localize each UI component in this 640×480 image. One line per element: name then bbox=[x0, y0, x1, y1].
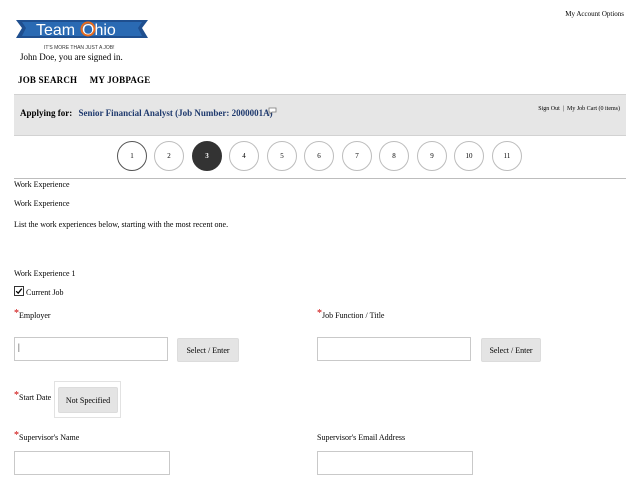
step-4[interactable]: 4 bbox=[229, 141, 259, 171]
step-5[interactable]: 5 bbox=[267, 141, 297, 171]
job-function-input[interactable] bbox=[317, 337, 471, 361]
job-function-select-button[interactable]: Select / Enter bbox=[481, 338, 541, 362]
current-job-label: Current Job bbox=[26, 288, 64, 297]
my-account-options-link[interactable]: My Account Options bbox=[565, 10, 624, 18]
employer-label-text: Employer bbox=[19, 311, 51, 320]
employer-select-button[interactable]: Select / Enter bbox=[177, 338, 239, 362]
signed-in-text: John Doe, you are signed in. bbox=[20, 52, 123, 62]
employer-label: *Employer bbox=[14, 308, 51, 321]
comment-icon[interactable] bbox=[268, 102, 277, 115]
step-10[interactable]: 10 bbox=[454, 141, 484, 171]
required-marker: * bbox=[14, 430, 19, 441]
step-6[interactable]: 6 bbox=[304, 141, 334, 171]
start-date-frame: Not Specified bbox=[54, 381, 121, 418]
logo-team-text: Team bbox=[36, 22, 75, 39]
sign-out-link[interactable]: Sign Out bbox=[538, 106, 560, 112]
applying-for-label: Applying for: Senior Financial Analyst (… bbox=[20, 108, 273, 118]
section-title: Work Experience bbox=[14, 180, 70, 189]
step-8[interactable]: 8 bbox=[379, 141, 409, 171]
start-date-label-text: Start Date bbox=[19, 393, 52, 402]
required-marker: * bbox=[14, 308, 19, 319]
start-date-label: *Start Date bbox=[14, 390, 52, 403]
step-1[interactable]: 1 bbox=[117, 141, 147, 171]
applying-for-bar: Applying for: Senior Financial Analyst (… bbox=[14, 94, 626, 136]
supervisor-name-input[interactable] bbox=[14, 451, 170, 475]
employer-input[interactable]: | bbox=[14, 337, 168, 361]
applying-for-text: Applying for: bbox=[20, 108, 73, 118]
job-title-link[interactable]: Senior Financial Analyst (Job Number: 20… bbox=[79, 108, 273, 118]
start-date-button[interactable]: Not Specified bbox=[58, 387, 118, 413]
supervisor-email-input[interactable] bbox=[317, 451, 473, 475]
bar-links: Sign Out | My Job Cart (0 items) bbox=[538, 106, 620, 112]
teamohio-logo[interactable]: Team Ohio IT'S MORE THAN JUST A JOB! bbox=[14, 16, 150, 54]
step-9[interactable]: 9 bbox=[417, 141, 447, 171]
current-job-checkbox[interactable] bbox=[14, 286, 24, 296]
step-3-active[interactable]: 3 bbox=[192, 141, 222, 171]
job-function-label-text: Job Function / Title bbox=[322, 311, 385, 320]
section-subtitle: Work Experience bbox=[14, 199, 70, 208]
job-function-label: *Job Function / Title bbox=[317, 308, 385, 321]
supervisor-name-label-text: Supervisor's Name bbox=[19, 433, 80, 442]
required-marker: * bbox=[317, 308, 322, 319]
entry-title: Work Experience 1 bbox=[14, 269, 76, 278]
section-divider bbox=[14, 178, 626, 179]
nav-my-jobpage[interactable]: MY JOBPAGE bbox=[90, 75, 151, 85]
required-marker: * bbox=[14, 390, 19, 401]
nav-job-search[interactable]: JOB SEARCH bbox=[18, 75, 77, 85]
instructions-text: List the work experiences below, startin… bbox=[14, 220, 229, 229]
step-11[interactable]: 11 bbox=[492, 141, 522, 171]
logo-ohio-text: Ohio bbox=[82, 22, 116, 39]
main-nav: JOB SEARCH MY JOBPAGE bbox=[18, 75, 160, 85]
supervisor-email-label: Supervisor's Email Address bbox=[317, 433, 406, 442]
job-cart-link[interactable]: My Job Cart (0 items) bbox=[567, 106, 620, 112]
step-7[interactable]: 7 bbox=[342, 141, 372, 171]
link-separator: | bbox=[562, 106, 564, 112]
supervisor-name-label: *Supervisor's Name bbox=[14, 430, 80, 443]
step-2[interactable]: 2 bbox=[154, 141, 184, 171]
logo-tagline: IT'S MORE THAN JUST A JOB! bbox=[44, 45, 115, 51]
